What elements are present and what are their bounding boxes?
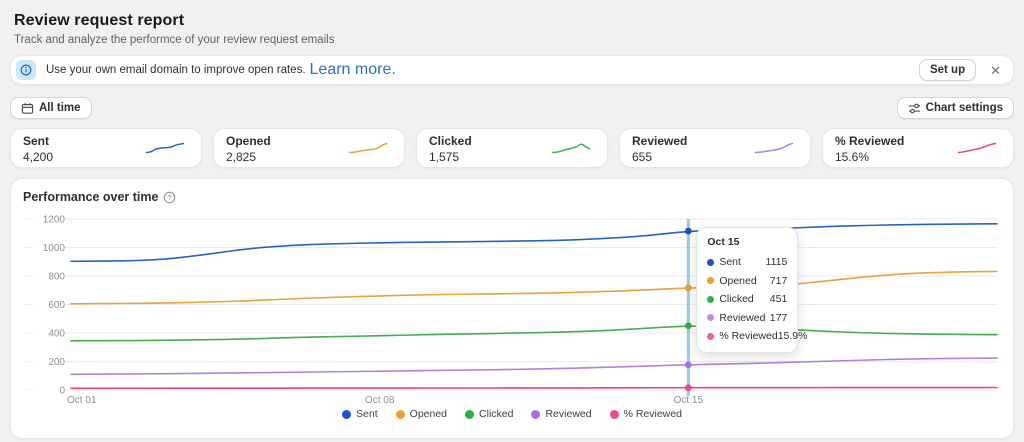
help-icon[interactable]: ?	[163, 191, 176, 204]
x-axis-label: Oct 01	[67, 395, 97, 405]
tooltip-series-name: Reviewed	[719, 312, 769, 324]
legend-dot-icon	[342, 410, 351, 419]
metric-cards-row: Sent 4,200 Opened 2,825 Clicked 1,575 Re…	[10, 128, 1014, 168]
y-axis-label: 800	[48, 272, 65, 283]
series-dot-icon	[707, 259, 714, 266]
highlight-dot-clicked	[685, 322, 692, 329]
legend-label: Sent	[356, 408, 378, 420]
series-dot-icon	[707, 296, 714, 303]
pct-reviewed-sparkline	[955, 140, 999, 156]
series-dot-icon	[707, 314, 714, 321]
tooltip-series-value: 15.9%	[778, 330, 808, 342]
y-axis-label: 200	[48, 357, 65, 368]
tooltip-series-name: Clicked	[719, 293, 769, 305]
highlight-dot-opened	[685, 284, 692, 291]
date-filter-label: All time	[39, 102, 81, 114]
reviewed-sparkline	[752, 140, 796, 156]
x-axis-label: Oct 08	[365, 395, 395, 405]
set-up-button[interactable]: Set up	[919, 59, 976, 81]
learn-more-link[interactable]: Learn more.	[310, 61, 396, 79]
chart-legend: Sent Opened Clicked Reviewed % Reviewed	[23, 408, 1001, 420]
legend-item-opened[interactable]: Opened	[396, 408, 447, 420]
sparkline-path	[756, 144, 793, 153]
sparkline-path	[350, 144, 387, 153]
legend-item-reviewed[interactable]: Reviewed	[531, 408, 591, 420]
tooltip-row: Opened717	[707, 272, 787, 291]
chart-tooltip: Oct 15 Sent1115Opened717Clicked451Review…	[696, 227, 798, 353]
sparkline-path	[959, 144, 996, 153]
y-axis-label: 1000	[43, 243, 66, 254]
legend-dot-icon	[531, 410, 540, 419]
close-icon[interactable]: ✕	[986, 62, 1005, 79]
tooltip-series-name: Opened	[719, 275, 769, 287]
tooltip-row: Clicked451	[707, 290, 787, 309]
tooltip-row: Sent1115	[707, 253, 787, 272]
page-header: Review request report Track and analyze …	[10, 12, 1014, 46]
sparkline-path	[553, 144, 590, 152]
tooltip-series-value: 717	[770, 275, 788, 287]
tooltip-series-value: 177	[770, 312, 788, 324]
x-axis-label: Oct 15	[674, 395, 704, 405]
info-icon	[16, 60, 36, 80]
sliders-icon	[908, 102, 921, 115]
calendar-icon	[21, 102, 34, 115]
highlight-dot-sent	[685, 228, 692, 235]
legend-dot-icon	[465, 410, 474, 419]
toolbar: All time Chart settings	[10, 97, 1014, 119]
legend-item-clicked[interactable]: Clicked	[465, 408, 513, 420]
series-line-reviewed	[71, 358, 997, 374]
svg-text:?: ?	[168, 193, 172, 202]
tooltip-series-name: Sent	[719, 256, 765, 268]
tooltip-series-name: % Reviewed	[719, 330, 777, 342]
legend-label: Opened	[410, 408, 447, 420]
chart-area[interactable]: 020040060080010001200Oct 01Oct 08Oct 15 …	[23, 207, 1001, 405]
page-title: Review request report	[14, 12, 1010, 30]
tooltip-series-value: 1115	[766, 256, 788, 268]
y-axis-label: 400	[48, 329, 65, 340]
opened-sparkline	[346, 140, 390, 156]
metric-card-reviewed[interactable]: Reviewed 655	[619, 128, 811, 168]
chart-settings-button[interactable]: Chart settings	[897, 97, 1014, 119]
highlight-dot-reviewed	[685, 361, 692, 368]
performance-line-chart: 0 200 400 600 800 1000 1200 Oct 01 Oct 08 Oct 15	[23, 207, 1003, 405]
metric-card-pct-reviewed[interactable]: % Reviewed 15.6%	[822, 128, 1014, 168]
date-filter-button[interactable]: All time	[10, 97, 92, 119]
series-line-sent	[71, 224, 997, 261]
legend-label: Reviewed	[545, 408, 591, 420]
series-line--reviewed	[71, 388, 997, 389]
performance-chart-card: Performance over time ? 0 200 400 600 800 100…	[10, 178, 1014, 439]
chart-title-row: Performance over time ?	[23, 190, 1001, 204]
legend-label: Clicked	[479, 408, 513, 420]
y-axis-label: 600	[48, 300, 65, 311]
legend-item--reviewed[interactable]: % Reviewed	[610, 408, 682, 420]
email-domain-banner: Use your own email domain to improve ope…	[10, 55, 1014, 85]
series-dot-icon	[707, 277, 714, 284]
series-dot-icon	[707, 333, 714, 340]
y-axis-label: 0	[59, 386, 65, 397]
tooltip-series-value: 451	[770, 293, 788, 305]
clicked-sparkline	[549, 140, 593, 156]
highlight-dot--reviewed	[685, 384, 692, 391]
banner-text: Use your own email domain to improve ope…	[46, 64, 306, 76]
legend-item-sent[interactable]: Sent	[342, 408, 378, 420]
chart-settings-label: Chart settings	[926, 102, 1003, 114]
tooltip-row: % Reviewed15.9%	[707, 327, 787, 346]
page-subtitle: Track and analyze the performce of your …	[14, 34, 1010, 46]
chart-title: Performance over time	[23, 190, 158, 204]
legend-dot-icon	[396, 410, 405, 419]
tooltip-date: Oct 15	[707, 236, 787, 248]
legend-dot-icon	[610, 410, 619, 419]
sparkline-path	[147, 144, 184, 153]
y-axis-label: 1200	[43, 215, 66, 226]
tooltip-row: Reviewed177	[707, 309, 787, 328]
sent-sparkline	[143, 140, 187, 156]
review-report-page: Review request report Track and analyze …	[0, 0, 1024, 439]
metric-card-opened[interactable]: Opened 2,825	[213, 128, 405, 168]
legend-label: % Reviewed	[624, 408, 682, 420]
metric-card-sent[interactable]: Sent 4,200	[10, 128, 202, 168]
metric-card-clicked[interactable]: Clicked 1,575	[416, 128, 608, 168]
